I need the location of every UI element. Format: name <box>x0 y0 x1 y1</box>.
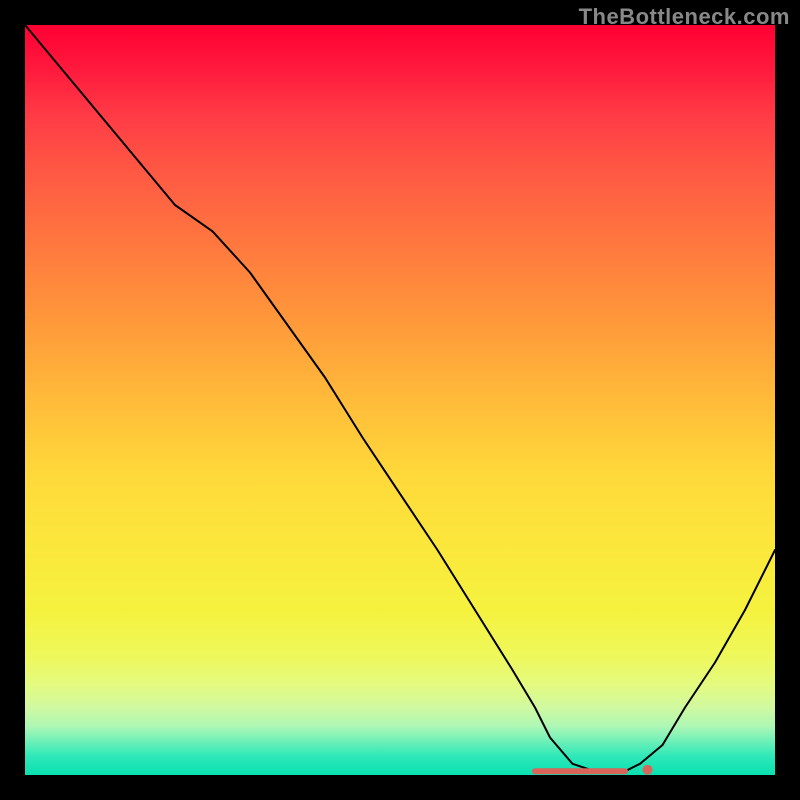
watermark-text: TheBottleneck.com <box>579 4 790 30</box>
chart-svg <box>25 25 775 775</box>
chart-frame: TheBottleneck.com <box>0 0 800 800</box>
bottleneck-curve <box>25 25 775 771</box>
baseline-dot-icon <box>643 765 653 775</box>
plot-area <box>25 25 775 775</box>
